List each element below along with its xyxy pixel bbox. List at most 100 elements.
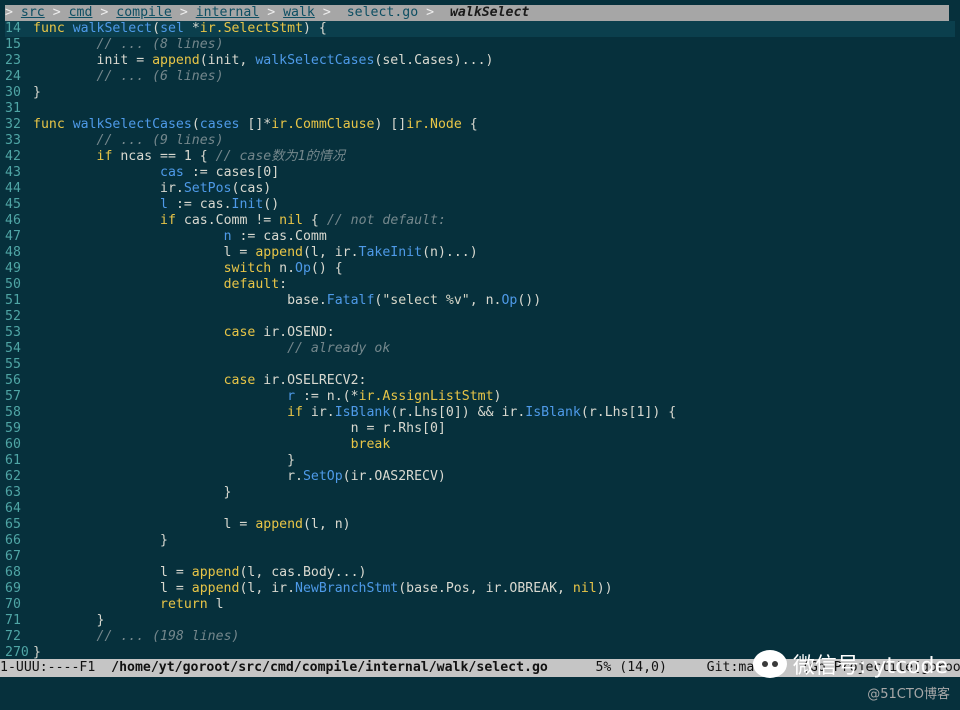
code-token: switch [223,261,272,276]
code-line[interactable]: 63 } [5,485,955,501]
code-line[interactable]: 72 // ... (198 lines) [5,629,955,645]
code-token: SetOp [302,469,343,484]
line-number: 33 [5,133,21,148]
breadcrumb-separator: > [52,5,61,20]
code-line[interactable]: 54 // already ok [5,341,955,357]
code-line[interactable]: 42 if ncas == 1 { // case数为1的情况 [5,149,955,165]
code-token: // ... (6 lines) [96,69,224,84]
code-token: Fatalf [326,293,375,308]
line-code: l = append(l, ir.NewBranchStmt(base.Pos,… [33,581,613,596]
code-token: walkSelectCases [72,117,192,132]
line-number: 63 [5,485,21,500]
line-number: 14 [5,21,21,36]
code-line[interactable]: 51 base.Fatalf("select %v", n.Op()) [5,293,955,309]
code-token: ( [191,117,200,132]
code-line[interactable]: 68 l = append(l, cas.Body...) [5,565,955,581]
code-line[interactable]: 64 [5,501,955,517]
code-token: base. [33,293,327,308]
code-line[interactable]: 46 if cas.Comm != nil { // not default: [5,213,955,229]
code-line[interactable]: 58 if ir.IsBlank(r.Lhs[0]) && ir.IsBlank… [5,405,955,421]
code-token: ) [493,389,502,404]
code-line[interactable]: 33 // ... (9 lines) [5,133,955,149]
code-line[interactable]: 49 switch n.Op() { [5,261,955,277]
code-line[interactable]: 61 } [5,453,955,469]
code-token: // ... (8 lines) [96,37,224,52]
line-number: 68 [5,565,21,580]
line-code: default: [33,277,288,292]
breadcrumb-segment[interactable]: walk [283,5,315,20]
code-token: ) { [303,21,327,36]
code-line[interactable]: 30} [5,85,955,101]
line-code: return l [33,597,224,612]
code-line[interactable]: 69 l = append(l, ir.NewBranchStmt(base.P… [5,581,955,597]
line-code: l := cas.Init() [33,197,279,212]
code-line[interactable]: 60 break [5,437,955,453]
code-token: () [263,197,280,212]
code-editor[interactable]: 14 func walkSelect(sel *ir.SelectStmt) {1… [5,21,955,661]
code-line[interactable]: 71 } [5,613,955,629]
code-line[interactable]: 53 case ir.OSEND: [5,325,955,341]
breadcrumb-current-file[interactable]: select.go [347,5,418,20]
code-line[interactable]: 32 func walkSelectCases(cases []*ir.CommC… [5,117,955,133]
code-token: init = [33,53,153,68]
code-line[interactable]: 44 ir.SetPos(cas) [5,181,955,197]
code-token: (l, cas.Body...) [239,565,367,580]
code-line[interactable]: 31 [5,101,955,117]
code-line[interactable]: 62 r.SetOp(ir.OAS2RECV) [5,469,955,485]
line-code: case ir.OSELRECV2: [33,373,367,388]
breadcrumb-segment[interactable]: src [21,5,45,20]
code-line[interactable]: 66 } [5,533,955,549]
code-line[interactable]: 45 l := cas.Init() [5,197,955,213]
code-token: ir.SelectStmt [199,21,304,36]
code-token: l = [33,517,256,532]
code-token: nil [279,213,303,228]
code-line[interactable]: 50 default: [5,277,955,293]
code-line[interactable]: 48 l = append(l, ir.TakeInit(n)...) [5,245,955,261]
code-token: if [287,405,303,420]
code-token: ir.CommClause [271,117,375,132]
line-code: n := cas.Comm [33,229,327,244]
code-line[interactable]: 23 init = append(init, walkSelectCases(s… [5,53,955,69]
line-code: // ... (6 lines) [33,69,224,84]
line-code: if ir.IsBlank(r.Lhs[0]) && ir.IsBlank(r.… [33,405,676,420]
code-line[interactable]: 15 // ... (8 lines) [5,37,955,53]
code-line[interactable]: 52 [5,309,955,325]
line-number: 49 [5,261,21,276]
code-token: } [33,645,41,660]
breadcrumb-separator: > [100,5,109,20]
code-line[interactable]: 70 return l [5,597,955,613]
code-token: nil [572,581,597,596]
code-token: )) [596,581,613,596]
code-token: } [33,453,296,468]
code-line[interactable]: 65 l = append(l, n) [5,517,955,533]
code-token: // ... (9 lines) [96,133,224,148]
breadcrumb-segment[interactable]: compile [116,5,172,20]
code-token: "select %v" [382,293,470,308]
code-line[interactable]: 56 case ir.OSELRECV2: [5,373,955,389]
code-line[interactable]: 47 n := cas.Comm [5,229,955,245]
code-line[interactable]: 43 cas := cases[0] [5,165,955,181]
code-line[interactable]: 24 // ... (6 lines) [5,69,955,85]
code-line[interactable]: 55 [5,357,955,373]
code-token: () { [310,261,343,276]
line-code: if ncas == 1 { // case数为1的情况 [33,149,346,164]
breadcrumb-segment[interactable]: internal [196,5,260,20]
site-watermark: @51CTO博客 [867,687,950,702]
cursor-position: 5% (14,0) [595,660,667,675]
code-line[interactable]: 59 n = r.Rhs[0] [5,421,955,437]
watermark-text: 微信号: ytcode [792,654,948,679]
code-token: (l, ir. [239,581,296,596]
breadcrumb-segment[interactable]: cmd [69,5,93,20]
code-token: } [33,613,105,628]
code-line[interactable]: 67 [5,549,955,565]
code-line[interactable]: 14 func walkSelect(sel *ir.SelectStmt) { [5,21,955,37]
code-line[interactable]: 57 r := n.(*ir.AssignListStmt) [5,389,955,405]
